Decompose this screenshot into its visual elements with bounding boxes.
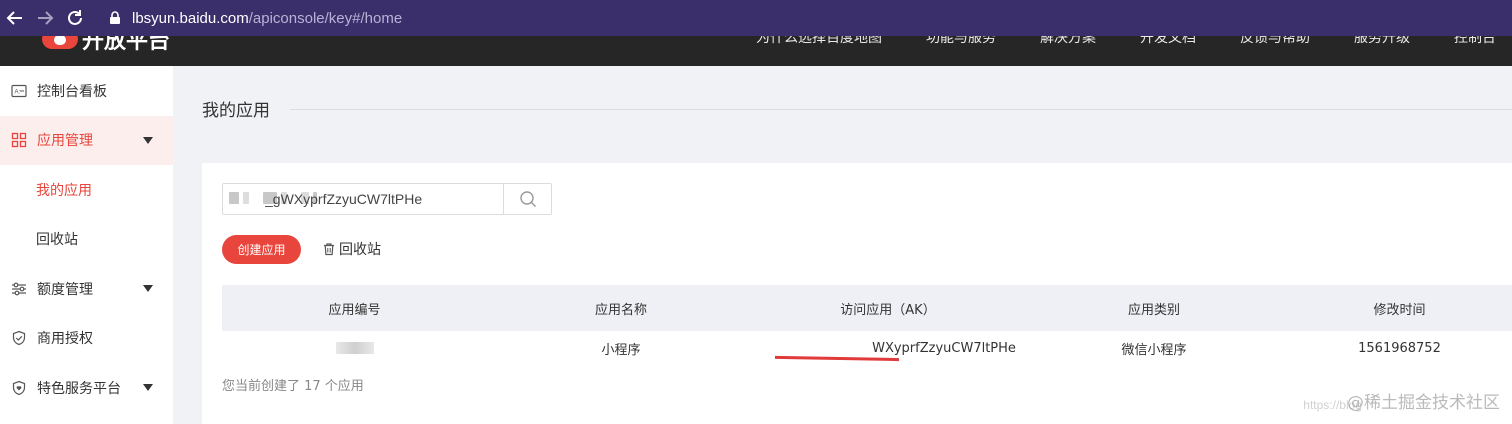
sidebar-item-label: 回收站 xyxy=(36,232,78,249)
column-header: 应用名称 xyxy=(594,302,647,318)
search-input[interactable] xyxy=(223,184,504,214)
search-box xyxy=(222,183,552,215)
recycle-bin-label: 回收站 xyxy=(339,242,381,258)
lock-icon xyxy=(110,11,120,24)
table-row[interactable]: 小程序 WXyprfZzyuCW7ltPHe 微信小程序 1561968752 xyxy=(222,331,1512,365)
sidebar-item-quota[interactable]: 额度管理 xyxy=(0,264,173,314)
redacted-ak-prefix xyxy=(760,343,872,353)
url-host: lbsyun.baidu.com xyxy=(132,9,249,27)
apps-card: 创建应用 回收站 应用编号 应用名称 访问应用（AK） 应用类别 修改时间 小程… xyxy=(202,163,1512,424)
top-nav: 为什么选择百度地图 功能与服务 解决方案 开发文档 反馈与帮助 服务升级 控制台 xyxy=(712,36,1496,47)
search-icon xyxy=(519,191,536,207)
recycle-bin-link[interactable]: 回收站 xyxy=(322,239,381,259)
top-nav-item[interactable]: 功能与服务 xyxy=(926,36,996,47)
app-ak-value: WXyprfZzyuCW7ltPHe xyxy=(872,340,1016,356)
back-button[interactable] xyxy=(0,0,30,36)
address-bar[interactable]: lbsyun.baidu.com/apiconsole/key#/home xyxy=(108,10,402,27)
top-nav-item[interactable]: 服务升级 xyxy=(1354,36,1410,47)
caret-down-icon xyxy=(143,285,153,292)
sidebar-item-featured[interactable]: 特色服务平台 xyxy=(0,363,173,413)
sidebar-item-label: 特色服务平台 xyxy=(37,380,121,397)
arrow-left-icon xyxy=(6,11,22,25)
logo-text: 开放平台 xyxy=(82,36,171,54)
browser-toolbar: lbsyun.baidu.com/apiconsole/key#/home xyxy=(0,0,1512,36)
shield-check-icon xyxy=(11,330,27,346)
column-header: 修改时间 xyxy=(1373,302,1426,318)
column-header: 应用类别 xyxy=(1127,302,1180,318)
redaction-strike xyxy=(774,355,900,361)
app-ak-cell[interactable]: WXyprfZzyuCW7ltPHe xyxy=(755,340,1021,361)
top-nav-item[interactable]: 为什么选择百度地图 xyxy=(756,36,882,47)
sidebar-item-label: 控制台看板 xyxy=(37,83,107,100)
reload-icon xyxy=(68,10,82,25)
grid-icon xyxy=(11,132,27,148)
title-divider xyxy=(290,109,1512,110)
app-count-note: 您当前创建了 17 个应用 xyxy=(222,379,364,394)
column-header: 访问应用（AK） xyxy=(840,302,936,318)
sidebar-item-recycle-bin[interactable]: 回收站 xyxy=(0,215,173,265)
site-header: 开放平台 为什么选择百度地图 功能与服务 解决方案 开发文档 反馈与帮助 服务升… xyxy=(0,36,1512,66)
app-name-cell: 小程序 xyxy=(601,342,641,358)
apps-table: 应用编号 应用名称 访问应用（AK） 应用类别 修改时间 小程序 WXyprfZ… xyxy=(222,285,1512,365)
create-app-button[interactable]: 创建应用 xyxy=(222,235,301,264)
redacted-app-id xyxy=(335,342,374,354)
forward-button[interactable] xyxy=(30,0,60,36)
app-modified-cell: 1561968752 xyxy=(1358,340,1441,356)
reload-button[interactable] xyxy=(60,0,90,36)
top-nav-item[interactable]: 开发文档 xyxy=(1140,36,1196,47)
search-button[interactable] xyxy=(503,184,551,214)
svg-text:A:: A: xyxy=(15,89,21,95)
sidebar-item-label: 商用授权 xyxy=(37,331,93,348)
page-title: 我的应用 xyxy=(202,101,270,121)
top-nav-item[interactable]: 反馈与帮助 xyxy=(1240,36,1310,47)
sidebar-item-dashboard[interactable]: A: 控制台看板 xyxy=(0,66,173,116)
heart-shield-icon xyxy=(11,380,27,396)
watermark: @稀土掘金技术社区 xyxy=(1347,393,1500,413)
logo[interactable]: 开放平台 xyxy=(42,36,170,54)
baidu-paw-icon xyxy=(42,36,78,49)
arrow-right-icon xyxy=(38,11,54,25)
sidebar-item-label: 额度管理 xyxy=(37,281,93,298)
caret-down-icon xyxy=(143,384,153,391)
table-header: 应用编号 应用名称 访问应用（AK） 应用类别 修改时间 xyxy=(222,285,1512,331)
sidebar-item-commercial[interactable]: 商用授权 xyxy=(0,314,173,364)
sliders-icon xyxy=(11,281,27,297)
sidebar-item-my-apps[interactable]: 我的应用 xyxy=(0,165,173,215)
caret-down-icon xyxy=(143,136,153,144)
top-nav-item[interactable]: 解决方案 xyxy=(1040,36,1096,47)
sidebar-item-app-management[interactable]: 应用管理 xyxy=(0,115,173,165)
sidebar-item-label: 我的应用 xyxy=(36,182,92,199)
url-path: /apiconsole/key#/home xyxy=(248,9,403,27)
page-title-bar: 我的应用 xyxy=(202,96,270,121)
column-header: 应用编号 xyxy=(328,302,381,318)
app-id-cell xyxy=(222,341,487,356)
trash-icon xyxy=(324,243,334,256)
sidebar: A: 控制台看板 应用管理 我的应用 回收站 额度管理 商用授权 特色服务平台 xyxy=(0,66,173,424)
dashboard-icon: A: xyxy=(11,83,27,99)
top-nav-item[interactable]: 控制台 xyxy=(1454,36,1496,47)
sidebar-item-label: 应用管理 xyxy=(37,133,93,150)
app-category-cell: 微信小程序 xyxy=(1121,342,1187,358)
